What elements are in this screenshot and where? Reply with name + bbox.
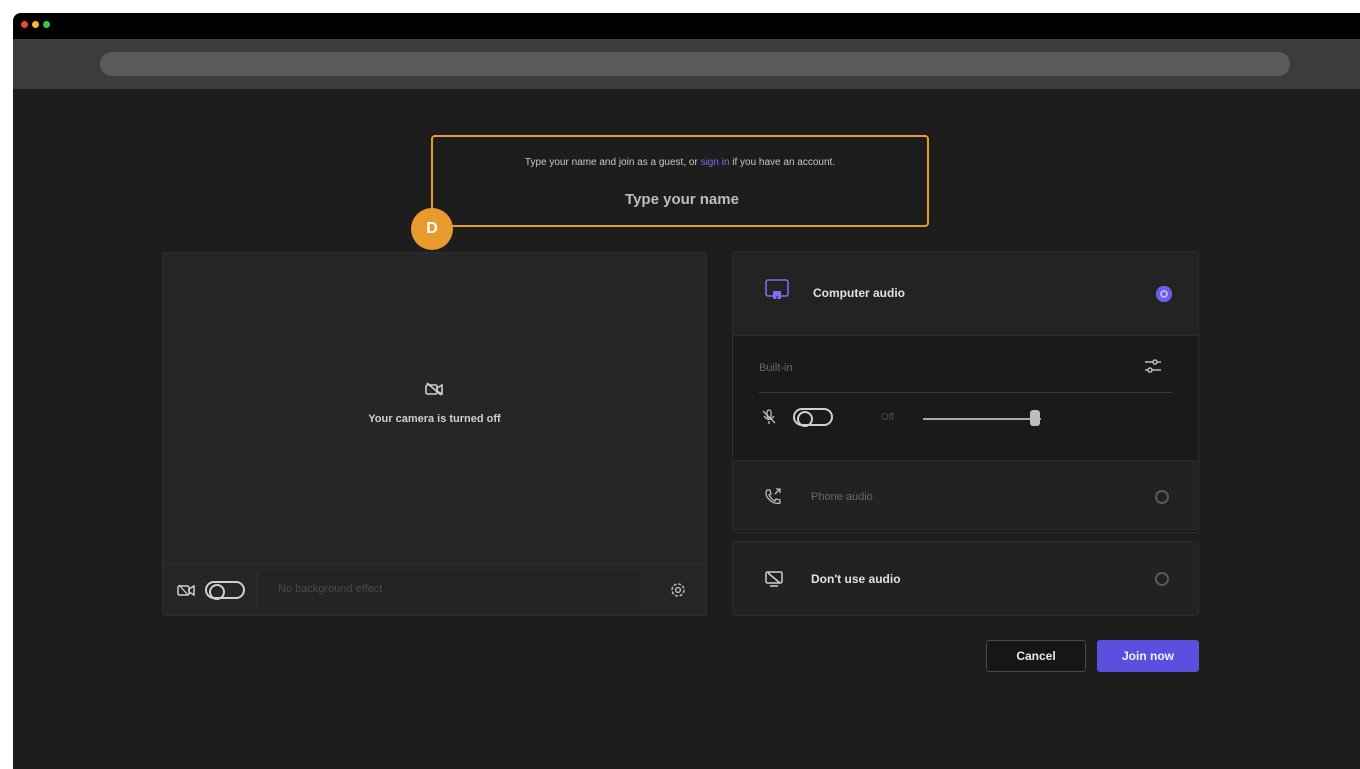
camera-preview: Your camera is turned off No background … bbox=[162, 252, 707, 616]
no-audio-icon bbox=[765, 571, 783, 587]
camera-toggle[interactable] bbox=[205, 581, 245, 600]
mic-state-label: Off bbox=[881, 412, 895, 423]
preview-controls: No background effect bbox=[163, 563, 706, 615]
computer-audio-radio[interactable] bbox=[1156, 286, 1172, 302]
background-effect-select[interactable]: No background effect bbox=[257, 572, 643, 608]
close-window-button[interactable] bbox=[21, 21, 28, 28]
maximize-window-button[interactable] bbox=[43, 21, 50, 28]
computer-audio-label: Computer audio bbox=[813, 286, 905, 300]
no-audio-radio[interactable] bbox=[1155, 572, 1169, 586]
phone-icon bbox=[765, 488, 781, 505]
join-now-button[interactable]: Join now bbox=[1097, 640, 1199, 672]
gear-icon[interactable] bbox=[669, 581, 687, 599]
guest-prompt: Type your name and join as a guest, or s… bbox=[433, 157, 927, 168]
camera-off-message: Your camera is turned off bbox=[368, 413, 501, 425]
browser-window: Type your name and join as a guest, or s… bbox=[13, 13, 1360, 769]
guest-prompt-text-end: if you have an account. bbox=[729, 157, 836, 168]
phone-audio-option[interactable]: Phone audio bbox=[732, 460, 1199, 530]
mic-off-icon bbox=[762, 409, 776, 424]
audio-divider bbox=[759, 392, 1172, 393]
volume-slider-handle[interactable] bbox=[1030, 410, 1041, 426]
mic-toggle[interactable] bbox=[793, 408, 833, 427]
phone-audio-radio[interactable] bbox=[1155, 490, 1169, 504]
camera-off-icon bbox=[425, 382, 443, 396]
no-audio-option[interactable]: Don't use audio bbox=[732, 541, 1199, 616]
computer-audio-icon bbox=[765, 279, 789, 300]
name-entry-highlight: Type your name and join as a guest, or s… bbox=[431, 135, 929, 227]
volume-slider-track[interactable] bbox=[923, 418, 1041, 420]
title-bar bbox=[13, 13, 1360, 39]
adjust-icon[interactable] bbox=[1143, 356, 1163, 376]
no-audio-label: Don't use audio bbox=[811, 572, 901, 586]
pre-join-screen: Type your name and join as a guest, or s… bbox=[13, 89, 1360, 769]
guest-prompt-text: Type your name and join as a guest, or bbox=[524, 157, 701, 168]
audio-device-label: Built-in bbox=[759, 362, 793, 374]
minimize-window-button[interactable] bbox=[32, 21, 39, 28]
step-marker-badge: D bbox=[411, 208, 453, 250]
sign-in-link[interactable]: sign in bbox=[701, 157, 730, 168]
name-input[interactable] bbox=[557, 187, 807, 211]
background-effect-value: No background effect bbox=[278, 583, 383, 595]
address-bar[interactable] bbox=[100, 52, 1290, 76]
cancel-button[interactable]: Cancel bbox=[986, 640, 1086, 672]
browser-toolbar bbox=[13, 39, 1360, 89]
video-icon bbox=[177, 584, 195, 597]
phone-audio-label: Phone audio bbox=[811, 491, 873, 503]
computer-audio-header[interactable]: Computer audio bbox=[733, 252, 1198, 336]
